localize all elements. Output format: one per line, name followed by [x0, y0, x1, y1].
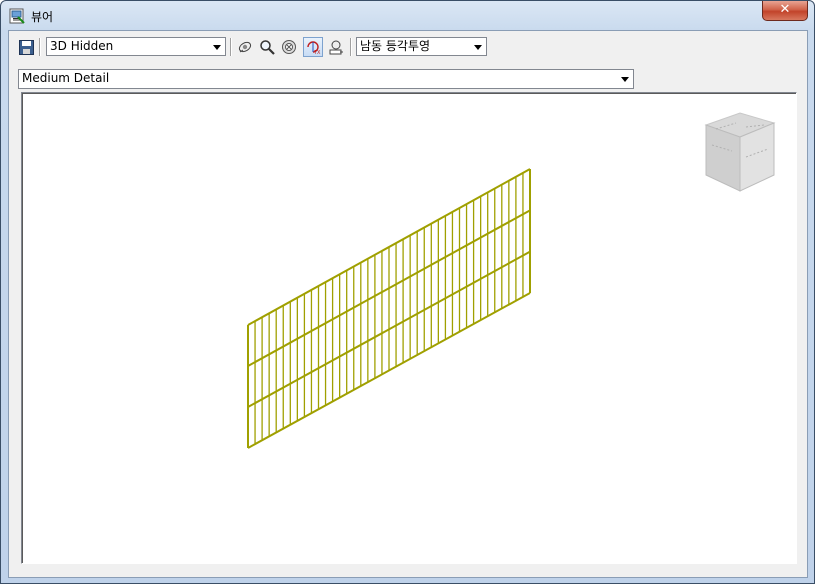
- toolbar-separator: [230, 38, 232, 56]
- view-direction-value: 남동 등각투영: [360, 39, 431, 53]
- viewer-client-area: 3D Hidden TX 남동 등각투영 Medium Detail: [8, 30, 808, 578]
- app-icon: [9, 8, 25, 24]
- visual-style-select[interactable]: 3D Hidden: [46, 37, 226, 56]
- orbit-button[interactable]: [236, 38, 254, 56]
- view-direction-select[interactable]: 남동 등각투영: [356, 37, 487, 56]
- toolbar-separator: [350, 38, 352, 56]
- window-title: 뷰어: [31, 10, 54, 24]
- rotate-xy-icon: TX: [307, 41, 321, 55]
- detail-level-select[interactable]: Medium Detail: [18, 69, 634, 89]
- zoom-icon: [260, 40, 275, 55]
- title-bar[interactable]: 뷰어 ✕: [1, 1, 814, 31]
- orbit-icon: [238, 41, 252, 53]
- chevron-down-icon: [621, 77, 629, 82]
- floppy-disk-icon: [18, 39, 34, 55]
- close-button[interactable]: ✕: [762, 1, 808, 21]
- model-view[interactable]: [22, 93, 796, 563]
- zoom-extents-button[interactable]: [280, 38, 298, 56]
- svg-text:TX: TX: [313, 50, 321, 55]
- visual-style-value: 3D Hidden: [50, 39, 114, 53]
- wire-mesh-model: [247, 168, 531, 449]
- zoom-extents-icon: [282, 40, 296, 54]
- chevron-down-icon: [474, 45, 482, 50]
- toolbar-separator: [39, 38, 41, 56]
- viewport-canvas[interactable]: [21, 92, 797, 564]
- pan-button[interactable]: [327, 38, 345, 56]
- pan-icon: [329, 40, 343, 55]
- zoom-button[interactable]: [258, 38, 276, 56]
- viewer-window: 뷰어 ✕ 3D Hidden TX 남동 등각투영 Medium Detail: [0, 0, 815, 584]
- save-button[interactable]: [17, 38, 35, 56]
- view-cube-icon[interactable]: [704, 112, 776, 192]
- chevron-down-icon: [213, 45, 221, 50]
- status-bar: [9, 565, 807, 578]
- detail-level-value: Medium Detail: [22, 71, 110, 85]
- rotate-xy-button[interactable]: TX: [303, 37, 323, 57]
- toolbar: 3D Hidden TX 남동 등각투영: [9, 31, 807, 63]
